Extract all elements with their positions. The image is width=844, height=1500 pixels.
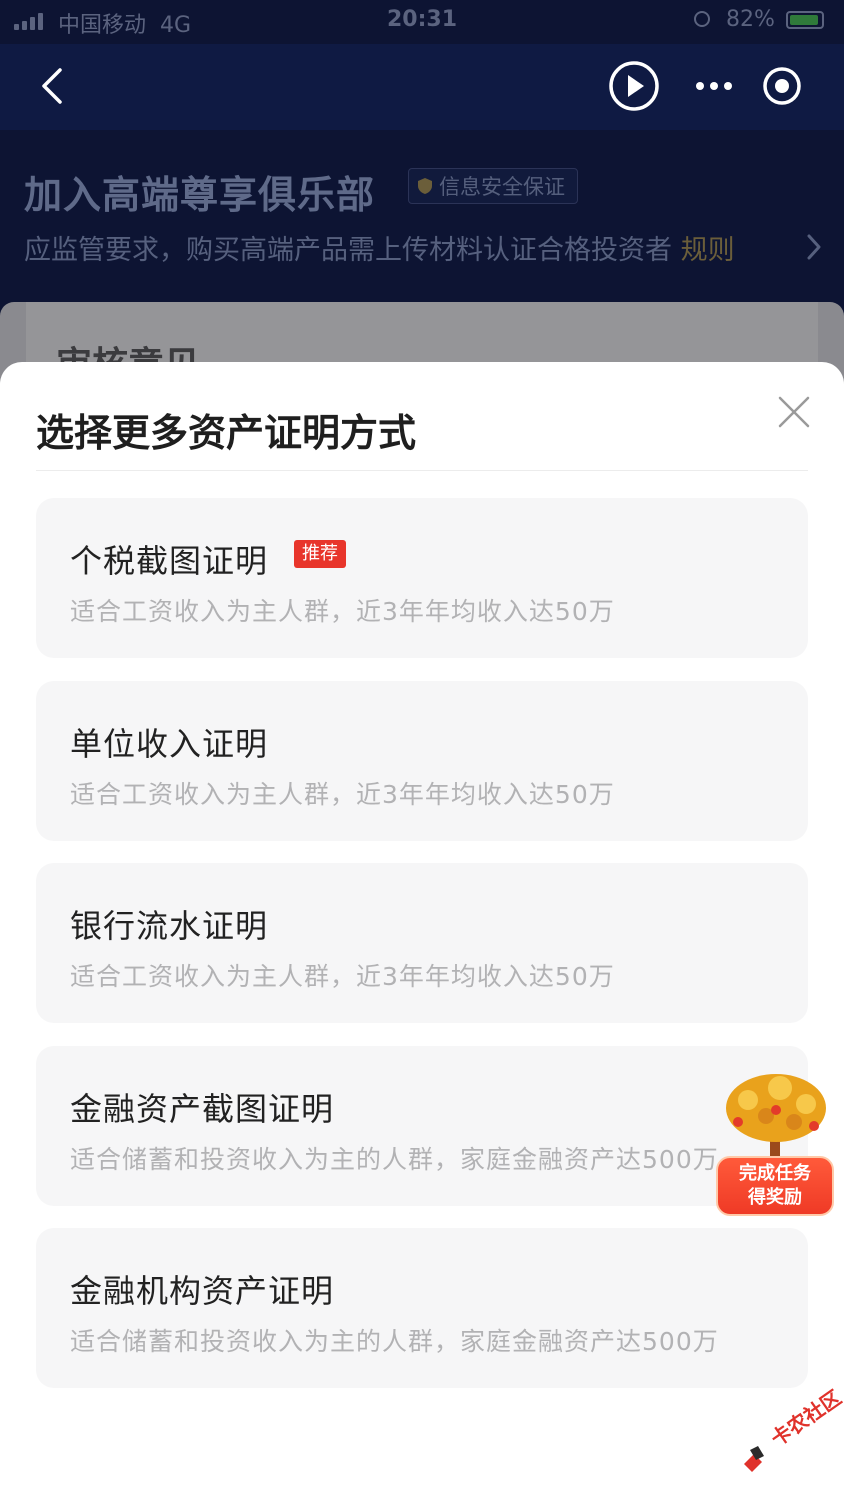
- regulation-text: 应监管要求，购买高端产品需上传材料认证合格投资者: [24, 235, 672, 266]
- option-description: 适合工资收入为主人群，近3年年均收入达50万: [70, 962, 615, 991]
- reward-button[interactable]: 完成任务 得奖励: [716, 1156, 834, 1216]
- nav-bar: [0, 44, 844, 130]
- reward-widget[interactable]: 完成任务 得奖励: [712, 1070, 840, 1220]
- battery-percentage: 82%: [726, 7, 775, 32]
- more-icon[interactable]: [692, 72, 736, 100]
- chevron-right-icon[interactable]: [804, 233, 824, 261]
- close-miniprogram-icon[interactable]: [760, 64, 804, 108]
- option-tax-screenshot[interactable]: 个税截图证明 推荐 适合工资收入为主人群，近3年年均收入达50万: [36, 498, 808, 658]
- option-institution-asset[interactable]: 金融机构资产证明 适合储蓄和投资收入为主的人群，家庭金融资产达500万: [36, 1228, 808, 1388]
- option-bank-statement[interactable]: 银行流水证明 适合工资收入为主人群，近3年年均收入达50万: [36, 863, 808, 1023]
- proof-method-sheet: 选择更多资产证明方式 个税截图证明 推荐 适合工资收入为主人群，近3年年均收入达…: [0, 362, 844, 1500]
- clock: 20:31: [386, 7, 458, 32]
- back-icon[interactable]: [34, 66, 74, 106]
- money-tree-icon: [726, 1074, 826, 1156]
- option-title: 个税截图证明: [70, 542, 269, 580]
- status-bar: 中国移动 4G 20:31 82%: [0, 0, 844, 44]
- option-employer-income[interactable]: 单位收入证明 适合工资收入为主人群，近3年年均收入达50万: [36, 681, 808, 841]
- option-description: 适合储蓄和投资收入为主的人群，家庭金融资产达500万: [70, 1145, 719, 1174]
- option-title: 单位收入证明: [70, 725, 269, 763]
- option-title: 金融机构资产证明: [70, 1272, 335, 1310]
- rules-link[interactable]: 规则: [681, 235, 735, 266]
- reward-line1: 完成任务: [739, 1163, 811, 1184]
- play-icon[interactable]: [608, 60, 660, 112]
- sheet-title: 选择更多资产证明方式: [36, 411, 417, 455]
- security-badge: 信息安全保证: [408, 168, 578, 204]
- reward-line2: 得奖励: [748, 1187, 802, 1208]
- option-financial-asset-screenshot[interactable]: 金融资产截图证明 适合储蓄和投资收入为主的人群，家庭金融资产达500万: [36, 1046, 808, 1206]
- close-icon[interactable]: [774, 392, 814, 432]
- regulation-notice: 应监管要求，购买高端产品需上传材料认证合格投资者 规则: [24, 228, 735, 267]
- page-title: 加入高端尊享俱乐部: [24, 173, 376, 217]
- divider: [36, 470, 808, 471]
- security-badge-label: 信息安全保证: [439, 175, 565, 199]
- option-title: 金融资产截图证明: [70, 1090, 335, 1128]
- option-description: 适合工资收入为主人群，近3年年均收入达50万: [70, 780, 615, 809]
- option-description: 适合储蓄和投资收入为主的人群，家庭金融资产达500万: [70, 1327, 719, 1356]
- option-description: 适合工资收入为主人群，近3年年均收入达50万: [70, 597, 615, 626]
- option-title: 银行流水证明: [70, 907, 269, 945]
- shield-icon: [418, 178, 432, 194]
- recommended-tag: 推荐: [294, 540, 346, 568]
- battery-icon: [786, 11, 824, 29]
- orientation-lock-icon: [694, 11, 710, 27]
